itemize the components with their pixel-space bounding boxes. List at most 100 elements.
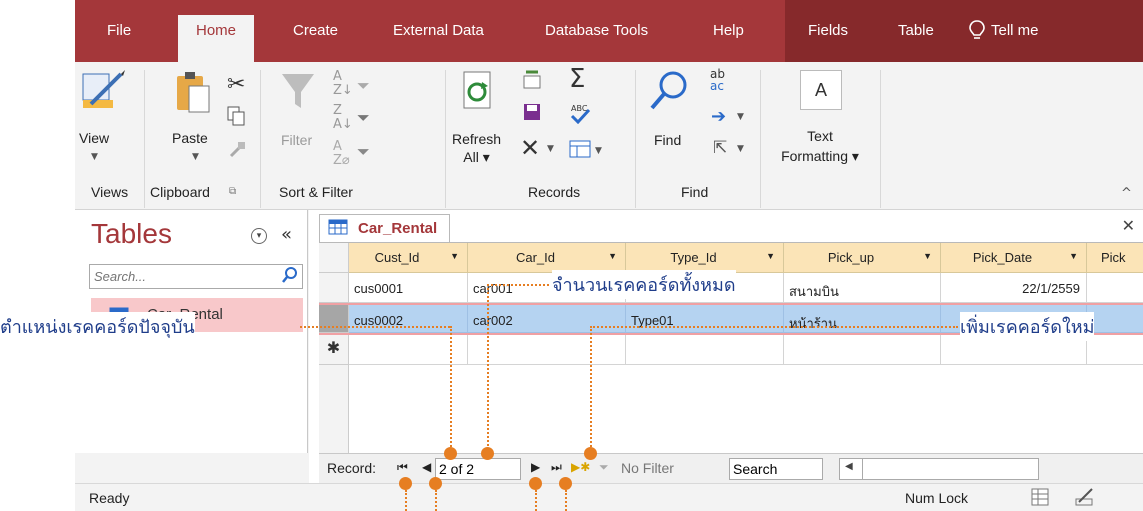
totals-icon[interactable]: Σ — [569, 64, 585, 94]
nav-dropdown-icon[interactable]: ▾ — [251, 228, 267, 244]
search-icon[interactable] — [282, 267, 298, 288]
row-selector[interactable] — [319, 273, 349, 303]
document-tab[interactable]: Car_Rental — [319, 214, 451, 242]
table-cell[interactable] — [1087, 305, 1143, 333]
chevron-down-icon[interactable]: ▼ — [923, 251, 932, 261]
tab-help[interactable]: Help — [713, 22, 744, 39]
last-record-icon[interactable]: ⏭ — [551, 460, 562, 475]
chevron-down-icon[interactable]: ▼ — [737, 144, 744, 154]
find-icon[interactable] — [649, 70, 689, 116]
filter-button[interactable]: Filter — [281, 132, 312, 148]
first-record-icon[interactable]: ⏮ — [397, 460, 408, 475]
design-view-icon[interactable] — [81, 70, 125, 116]
scroll-left-icon[interactable]: ◀ — [845, 461, 853, 472]
table-cell[interactable] — [784, 335, 941, 365]
tab-home[interactable]: Home — [178, 15, 255, 62]
tab-create[interactable]: Create — [293, 22, 338, 39]
new-record-icon[interactable] — [522, 68, 542, 94]
refresh-icon[interactable] — [458, 70, 494, 116]
more-icon[interactable] — [569, 140, 591, 162]
text-formatting-label: Formatting — [781, 148, 848, 164]
design-view-icon[interactable] — [1075, 487, 1095, 510]
annotation-current-record: ตำแหน่งเรคคอร์ดปัจจุบัน — [0, 312, 195, 341]
chevron-down-icon[interactable]: ▼ — [595, 146, 602, 156]
copy-icon[interactable] — [227, 106, 245, 130]
select-icon[interactable]: ⇱ — [713, 138, 727, 158]
no-filter-button[interactable]: No Filter — [621, 460, 674, 476]
chevron-down-icon[interactable]: ▼ — [608, 251, 617, 261]
spelling-icon[interactable]: ABC — [569, 102, 591, 128]
goto-icon[interactable]: ➔ — [711, 106, 726, 127]
sort-ascending-icon[interactable]: A Z↓ — [333, 70, 353, 98]
row-selector[interactable] — [319, 305, 349, 333]
table-cell[interactable]: สนามบิน — [784, 273, 941, 303]
tab-fields[interactable]: Fields — [808, 22, 848, 39]
horizontal-scrollbar[interactable]: ◀ — [839, 458, 1039, 480]
delete-icon[interactable]: ✕ — [520, 134, 540, 162]
current-record-input[interactable] — [435, 458, 521, 480]
close-icon[interactable]: ✕ — [1122, 216, 1135, 235]
chevron-down-icon[interactable]: ▼ — [192, 152, 199, 162]
column-header-pick[interactable]: Pick — [1087, 243, 1143, 273]
new-record-icon[interactable]: ▶✱ — [571, 460, 590, 474]
view-button[interactable]: View — [79, 130, 109, 146]
tell-me-search[interactable]: Tell me — [991, 22, 1039, 39]
record-search-input[interactable] — [729, 458, 823, 480]
find-button[interactable]: Find — [654, 132, 681, 148]
table-cell[interactable]: cus0001 — [349, 273, 468, 303]
text-formatting-button[interactable]: Text — [807, 128, 833, 144]
tab-database-tools[interactable]: Database Tools — [545, 22, 648, 39]
selection-filter-icon[interactable]: ⏷ — [357, 76, 370, 96]
table-cell[interactable]: หน้าร้าน — [784, 305, 941, 333]
table-cell[interactable] — [468, 335, 626, 365]
column-header-car-id[interactable]: Car_Id ▼ — [468, 243, 626, 273]
sort-descending-icon[interactable]: Z A↓ — [333, 104, 353, 132]
nav-search-input[interactable] — [90, 265, 270, 287]
chevron-down-icon[interactable]: ▼ — [1069, 251, 1078, 261]
toggle-filter-icon[interactable]: ⏷ — [357, 142, 370, 162]
format-painter-icon[interactable] — [227, 140, 247, 164]
document-tab-title: Car_Rental — [358, 219, 438, 237]
advanced-filter-icon[interactable]: ⏷ — [357, 108, 370, 128]
select-all-corner[interactable] — [319, 243, 349, 273]
table-cell[interactable] — [1087, 273, 1143, 303]
table-cell[interactable]: Type01 — [626, 305, 784, 333]
remove-sort-icon[interactable]: A Z⌀ — [333, 140, 350, 168]
tab-external-data[interactable]: External Data — [393, 22, 484, 39]
column-header-cust-id[interactable]: Cust_Id ▼ — [349, 243, 468, 273]
paste-button[interactable]: Paste — [172, 130, 208, 146]
refresh-all-label: All — [463, 149, 479, 165]
dialog-launcher-icon[interactable]: ⧉ — [229, 186, 236, 197]
refresh-button[interactable]: Refresh — [452, 131, 501, 147]
table-cell[interactable]: 22/1/2559 — [941, 273, 1087, 303]
new-record-row-marker[interactable]: ✱ — [319, 335, 349, 365]
table-cell[interactable]: car002 — [468, 305, 626, 333]
chevron-down-icon[interactable]: ▼ — [766, 251, 775, 261]
chevron-down-icon[interactable]: ▼ — [450, 251, 459, 261]
next-record-icon[interactable]: ▶ — [531, 460, 540, 474]
column-header-type-id[interactable]: Type_Id ▼ — [626, 243, 784, 273]
table-cell[interactable] — [1087, 335, 1143, 365]
datasheet-window: Car_Rental ✕ Cust_Id ▼ Car_Id ▼ Type_Id ▼ P… — [309, 210, 1143, 483]
chevron-down-icon[interactable]: ▼ — [737, 112, 744, 122]
lightbulb-icon — [969, 20, 985, 46]
chevron-down-icon[interactable]: ▼ — [91, 152, 98, 162]
record-navigation-bar: Record: ⏮ ◀ ▶ ⏭ ▶✱ ⏷ No Filter ◀ — [319, 453, 1143, 483]
replace-icon[interactable]: ab ac — [710, 68, 725, 92]
cut-icon[interactable]: ✂ — [227, 72, 245, 97]
tab-table[interactable]: Table — [898, 22, 934, 39]
save-icon[interactable] — [522, 102, 542, 126]
table-cell[interactable] — [626, 335, 784, 365]
tab-file[interactable]: File — [107, 22, 131, 39]
chevron-down-icon[interactable]: ▼ — [547, 144, 554, 154]
collapse-pane-icon[interactable]: « — [281, 224, 292, 245]
column-header-pick-date[interactable]: Pick_Date ▼ — [941, 243, 1087, 273]
marker-dot — [559, 477, 572, 490]
filter-icon[interactable] — [280, 72, 316, 116]
datasheet-view-icon[interactable] — [1031, 488, 1049, 509]
paste-icon[interactable] — [175, 68, 211, 118]
collapse-ribbon-icon[interactable]: ^ — [1121, 186, 1132, 201]
text-format-icon[interactable]: A — [800, 70, 842, 110]
column-header-pick-up[interactable]: Pick_up ▼ — [784, 243, 941, 273]
previous-record-icon[interactable]: ◀ — [422, 460, 431, 474]
